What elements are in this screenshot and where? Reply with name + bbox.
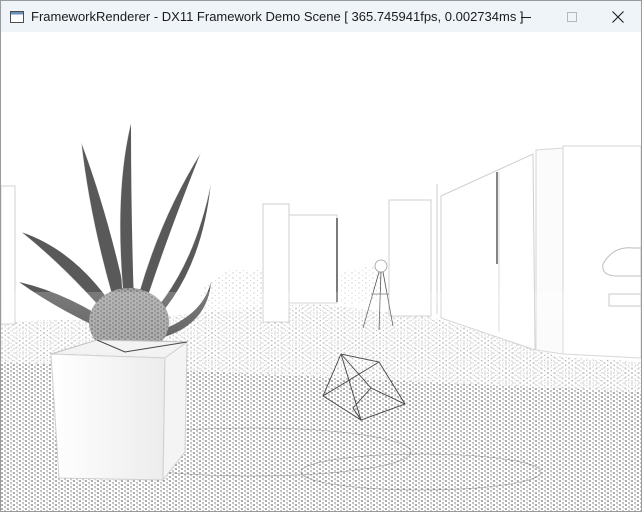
close-button[interactable]	[595, 1, 641, 32]
maximize-icon	[567, 11, 577, 22]
maximize-button[interactable]	[549, 1, 595, 32]
app-window: FrameworkRenderer - DX11 Framework Demo …	[0, 0, 642, 512]
minimize-icon	[521, 16, 531, 18]
window-title: FrameworkRenderer - DX11 Framework Demo …	[31, 9, 524, 24]
center-wall-panel	[288, 214, 338, 304]
title-bar[interactable]: FrameworkRenderer - DX11 Framework Demo …	[1, 1, 641, 32]
app-window-icon	[10, 10, 24, 23]
render-viewport[interactable]	[1, 32, 641, 511]
rendered-3d-scene	[1, 121, 641, 511]
minimize-button[interactable]	[503, 1, 549, 32]
close-icon	[612, 10, 624, 23]
